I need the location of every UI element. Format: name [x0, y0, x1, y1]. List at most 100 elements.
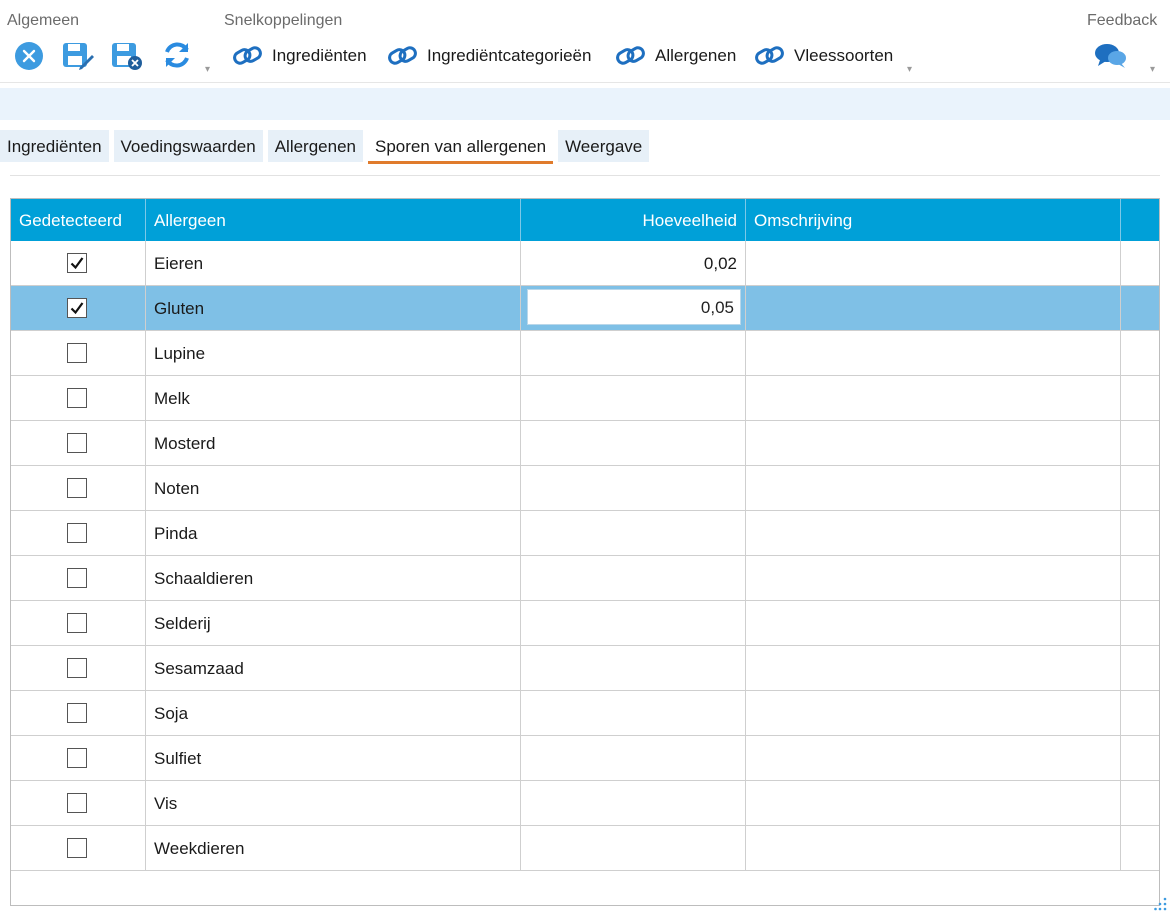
- table-row[interactable]: Eieren 0,02: [11, 241, 1159, 286]
- close-button[interactable]: [14, 41, 44, 71]
- tab-weergave[interactable]: Weergave: [558, 130, 650, 162]
- refresh-button[interactable]: [161, 39, 193, 71]
- group-label-feedback: Feedback: [1087, 12, 1158, 29]
- link-ingredientcategorieen-button[interactable]: Ingrediëntcategorieën: [387, 43, 591, 69]
- table-row[interactable]: Vis: [11, 781, 1159, 826]
- allergen-name-cell[interactable]: Pinda: [146, 511, 521, 555]
- detected-checkbox[interactable]: [67, 613, 87, 633]
- tab-ingredienten[interactable]: Ingrediënten: [0, 130, 109, 162]
- detected-checkbox[interactable]: [67, 253, 87, 273]
- amount-cell[interactable]: [521, 781, 746, 825]
- table-row[interactable]: Melk: [11, 376, 1159, 421]
- save-edit-button[interactable]: [62, 41, 94, 71]
- amount-cell[interactable]: [521, 421, 746, 465]
- feedback-button[interactable]: [1094, 42, 1128, 70]
- table-row[interactable]: Mosterd: [11, 421, 1159, 466]
- link-vleessoorten-label: Vleessoorten: [794, 46, 894, 65]
- allergen-name-cell[interactable]: Weekdieren: [146, 826, 521, 870]
- allergen-name-cell[interactable]: Melk: [146, 376, 521, 420]
- table-row[interactable]: Weekdieren: [11, 826, 1159, 871]
- allergen-name-cell[interactable]: Noten: [146, 466, 521, 510]
- amount-cell[interactable]: [521, 331, 746, 375]
- column-header-hoeveelheid[interactable]: Hoeveelheid: [521, 199, 746, 241]
- column-header-omschrijving[interactable]: Omschrijving: [746, 199, 1121, 241]
- detected-checkbox[interactable]: [67, 298, 87, 318]
- amount-cell[interactable]: [521, 511, 746, 555]
- table-row[interactable]: Sesamzaad: [11, 646, 1159, 691]
- detected-checkbox[interactable]: [67, 568, 87, 588]
- table-row[interactable]: Sulfiet: [11, 736, 1159, 781]
- column-header-gedetecteerd[interactable]: Gedetecteerd: [11, 199, 146, 241]
- feedback-overflow-icon[interactable]: ▾: [1150, 64, 1155, 75]
- resize-grip-icon[interactable]: [1154, 896, 1168, 912]
- algemeen-overflow-icon[interactable]: ▾: [205, 64, 210, 75]
- link-vleessoorten-button[interactable]: Vleessoorten: [754, 43, 893, 69]
- description-cell[interactable]: [746, 421, 1121, 465]
- tab-voedingswaarden[interactable]: Voedingswaarden: [113, 130, 263, 162]
- link-allergenen-button[interactable]: Allergenen: [615, 43, 736, 69]
- amount-cell[interactable]: 0,02: [521, 241, 746, 285]
- description-cell[interactable]: [746, 466, 1121, 510]
- description-cell[interactable]: [746, 646, 1121, 690]
- allergen-name-cell[interactable]: Vis: [146, 781, 521, 825]
- allergen-name-cell[interactable]: Sulfiet: [146, 736, 521, 780]
- description-cell[interactable]: [746, 601, 1121, 645]
- allergen-name-cell[interactable]: Schaaldieren: [146, 556, 521, 600]
- detected-checkbox[interactable]: [67, 478, 87, 498]
- description-cell[interactable]: [746, 331, 1121, 375]
- amount-cell[interactable]: [521, 601, 746, 645]
- table-row[interactable]: Pinda: [11, 511, 1159, 556]
- group-label-snelkoppelingen: Snelkoppelingen: [224, 12, 343, 29]
- description-cell[interactable]: [746, 691, 1121, 735]
- detected-cell: [11, 376, 146, 420]
- allergen-name-cell[interactable]: Gluten: [146, 286, 521, 330]
- description-cell[interactable]: [746, 376, 1121, 420]
- save-close-button[interactable]: [111, 41, 143, 71]
- amount-editor-input[interactable]: 0,05: [527, 289, 741, 325]
- tab-sporen-van-allergenen[interactable]: Sporen van allergenen: [367, 130, 554, 164]
- table-row[interactable]: Soja: [11, 691, 1159, 736]
- check-icon: [70, 302, 84, 315]
- link-icon: [615, 43, 647, 69]
- amount-cell[interactable]: [521, 691, 746, 735]
- table-row[interactable]: Gluten 0,05: [11, 286, 1159, 331]
- detected-checkbox[interactable]: [67, 703, 87, 723]
- amount-cell[interactable]: [521, 556, 746, 600]
- amount-cell[interactable]: [521, 646, 746, 690]
- table-row[interactable]: Lupine: [11, 331, 1159, 376]
- description-cell[interactable]: [746, 826, 1121, 870]
- detected-checkbox[interactable]: [67, 748, 87, 768]
- table-row[interactable]: Schaaldieren: [11, 556, 1159, 601]
- table-row[interactable]: Selderij: [11, 601, 1159, 646]
- allergen-name-cell[interactable]: Selderij: [146, 601, 521, 645]
- detected-checkbox[interactable]: [67, 388, 87, 408]
- description-cell[interactable]: [746, 241, 1121, 285]
- table-row[interactable]: Noten: [11, 466, 1159, 511]
- amount-cell[interactable]: [521, 466, 746, 510]
- detected-checkbox[interactable]: [67, 793, 87, 813]
- check-icon: [70, 257, 84, 270]
- detected-checkbox[interactable]: [67, 838, 87, 858]
- detected-checkbox[interactable]: [67, 343, 87, 363]
- link-ingredienten-button[interactable]: Ingrediënten: [232, 43, 367, 69]
- allergen-name-cell[interactable]: Soja: [146, 691, 521, 735]
- description-cell[interactable]: [746, 556, 1121, 600]
- amount-cell[interactable]: [521, 376, 746, 420]
- allergen-name-cell[interactable]: Sesamzaad: [146, 646, 521, 690]
- description-cell[interactable]: [746, 781, 1121, 825]
- column-header-allergeen[interactable]: Allergeen: [146, 199, 521, 241]
- detected-checkbox[interactable]: [67, 658, 87, 678]
- snelkoppelingen-overflow-icon[interactable]: ▾: [907, 64, 912, 75]
- detected-checkbox[interactable]: [67, 433, 87, 453]
- allergen-name-cell[interactable]: Mosterd: [146, 421, 521, 465]
- description-cell[interactable]: [746, 286, 1121, 330]
- allergen-name-cell[interactable]: Lupine: [146, 331, 521, 375]
- refresh-icon: [161, 39, 193, 71]
- description-cell[interactable]: [746, 736, 1121, 780]
- allergen-name-cell[interactable]: Eieren: [146, 241, 521, 285]
- tab-allergenen[interactable]: Allergenen: [267, 130, 363, 162]
- description-cell[interactable]: [746, 511, 1121, 555]
- detected-checkbox[interactable]: [67, 523, 87, 543]
- amount-cell[interactable]: [521, 826, 746, 870]
- amount-cell[interactable]: [521, 736, 746, 780]
